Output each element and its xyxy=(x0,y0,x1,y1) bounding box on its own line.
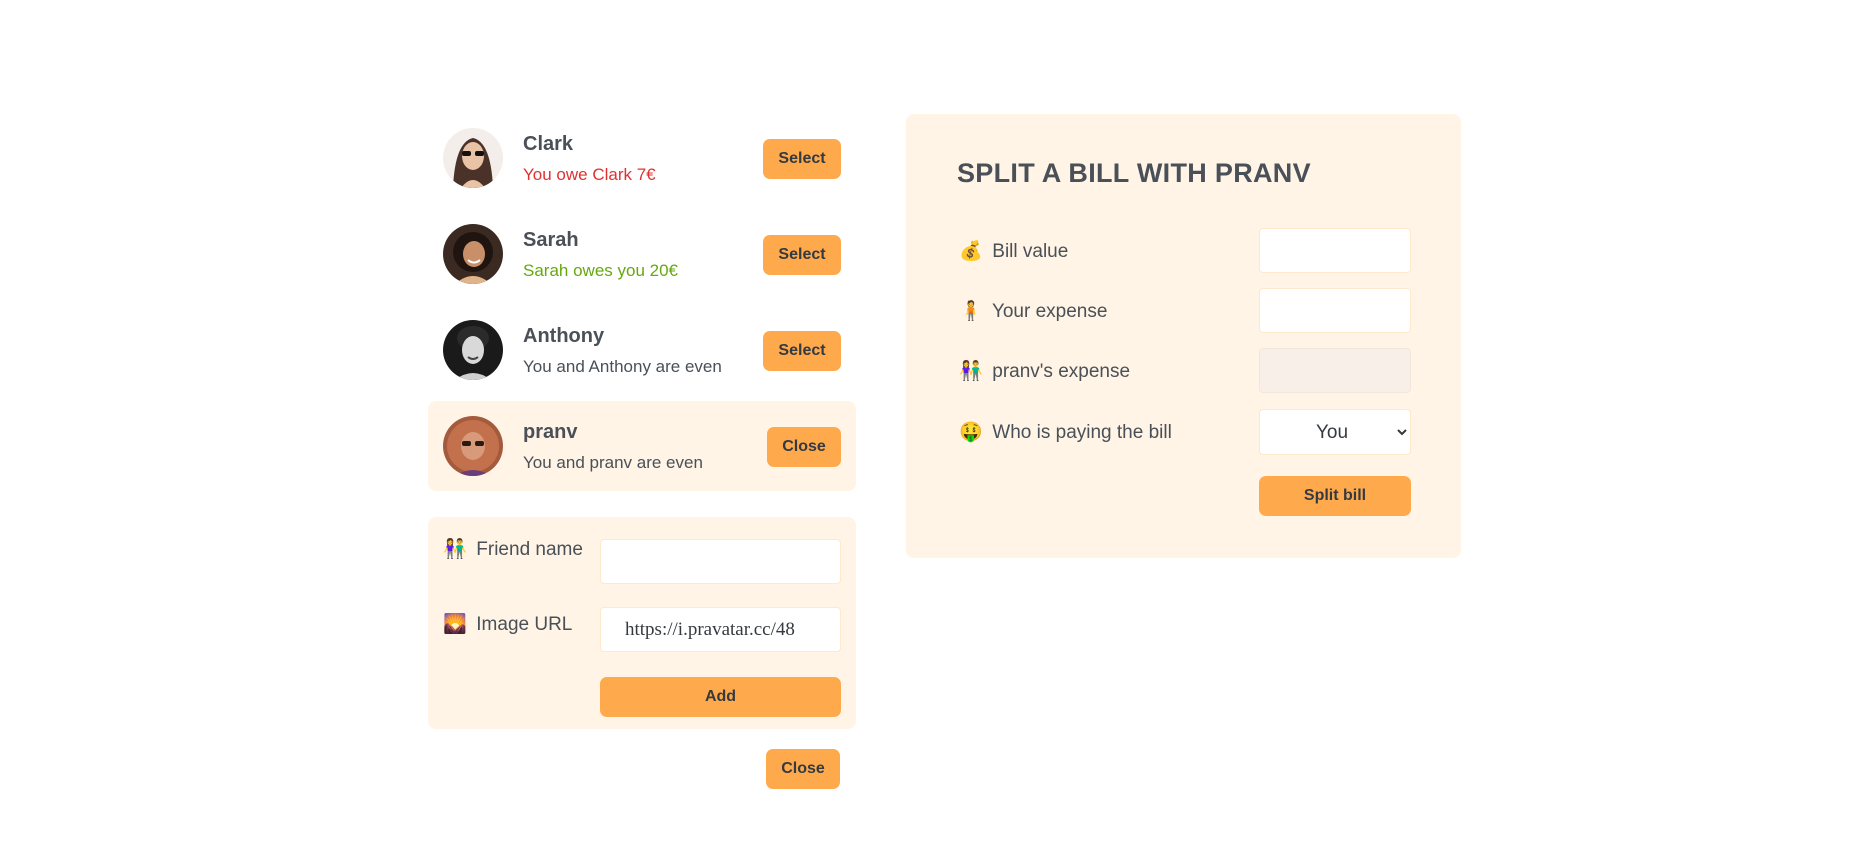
select-friend-button[interactable]: Select xyxy=(763,235,841,275)
friend-balance: Sarah owes you 20€ xyxy=(523,261,678,280)
friend-name: Anthony xyxy=(523,325,605,347)
friend-item-pranv: pranv You and pranv are even Close xyxy=(428,401,856,491)
payer-label: 🤑 Who is paying the bill xyxy=(959,417,1172,448)
friend-item-sarah: Sarah Sarah owes you 20€ Select xyxy=(428,209,856,299)
landscape-icon: 🌄 xyxy=(443,613,467,635)
people-icon: 👫 xyxy=(959,360,983,382)
select-friend-button[interactable]: Select xyxy=(763,331,841,371)
image-url-input[interactable] xyxy=(600,607,841,652)
friend-item-anthony: Anthony You and Anthony are even Select xyxy=(428,305,856,395)
split-bill-button[interactable]: Split bill xyxy=(1259,476,1411,516)
friend-expense-label: 👫 pranv's expense xyxy=(959,356,1130,387)
split-bill-title: SPLIT A BILL WITH PRANV xyxy=(957,158,1311,188)
bill-value-label: 💰 Bill value xyxy=(959,236,1068,267)
avatar xyxy=(443,416,503,476)
avatar xyxy=(443,224,503,284)
money-bag-icon: 💰 xyxy=(959,240,983,262)
friend-name: Sarah xyxy=(523,229,579,251)
person-standing-icon: 🧍 xyxy=(959,300,983,322)
friend-balance: You owe Clark 7€ xyxy=(523,165,656,184)
your-expense-label: 🧍 Your expense xyxy=(959,296,1107,327)
add-friend-form: 👫 Friend name 🌄 Image URL Add xyxy=(428,517,856,729)
friend-name: Clark xyxy=(523,133,574,155)
select-friend-button[interactable]: Select xyxy=(763,139,841,179)
close-form-button[interactable]: Close xyxy=(766,749,840,789)
friend-expense-input xyxy=(1259,348,1411,393)
bill-value-input[interactable] xyxy=(1259,228,1411,273)
friend-name-input[interactable] xyxy=(600,539,841,584)
close-friend-button[interactable]: Close xyxy=(767,427,841,467)
money-mouth-face-icon: 🤑 xyxy=(959,421,983,443)
people-icon: 👫 xyxy=(443,538,467,560)
payer-select[interactable]: You xyxy=(1259,409,1411,455)
avatar xyxy=(443,128,503,188)
friends-sidebar: Clark You owe Clark 7€ Select Sarah Sara… xyxy=(428,113,856,789)
friend-name-label: 👫 Friend name xyxy=(443,535,583,564)
add-friend-button[interactable]: Add xyxy=(600,677,841,717)
avatar xyxy=(443,320,503,380)
split-bill-form: SPLIT A BILL WITH PRANV 💰 Bill value 🧍 Y… xyxy=(906,114,1461,558)
your-expense-input[interactable] xyxy=(1259,288,1411,333)
image-url-label: 🌄 Image URL xyxy=(443,610,572,639)
app: Clark You owe Clark 7€ Select Sarah Sara… xyxy=(0,0,1855,862)
friend-name: pranv xyxy=(523,421,578,443)
friend-balance: You and Anthony are even xyxy=(523,357,722,376)
friend-balance: You and pranv are even xyxy=(523,453,703,472)
friend-item-clark: Clark You owe Clark 7€ Select xyxy=(428,113,856,203)
